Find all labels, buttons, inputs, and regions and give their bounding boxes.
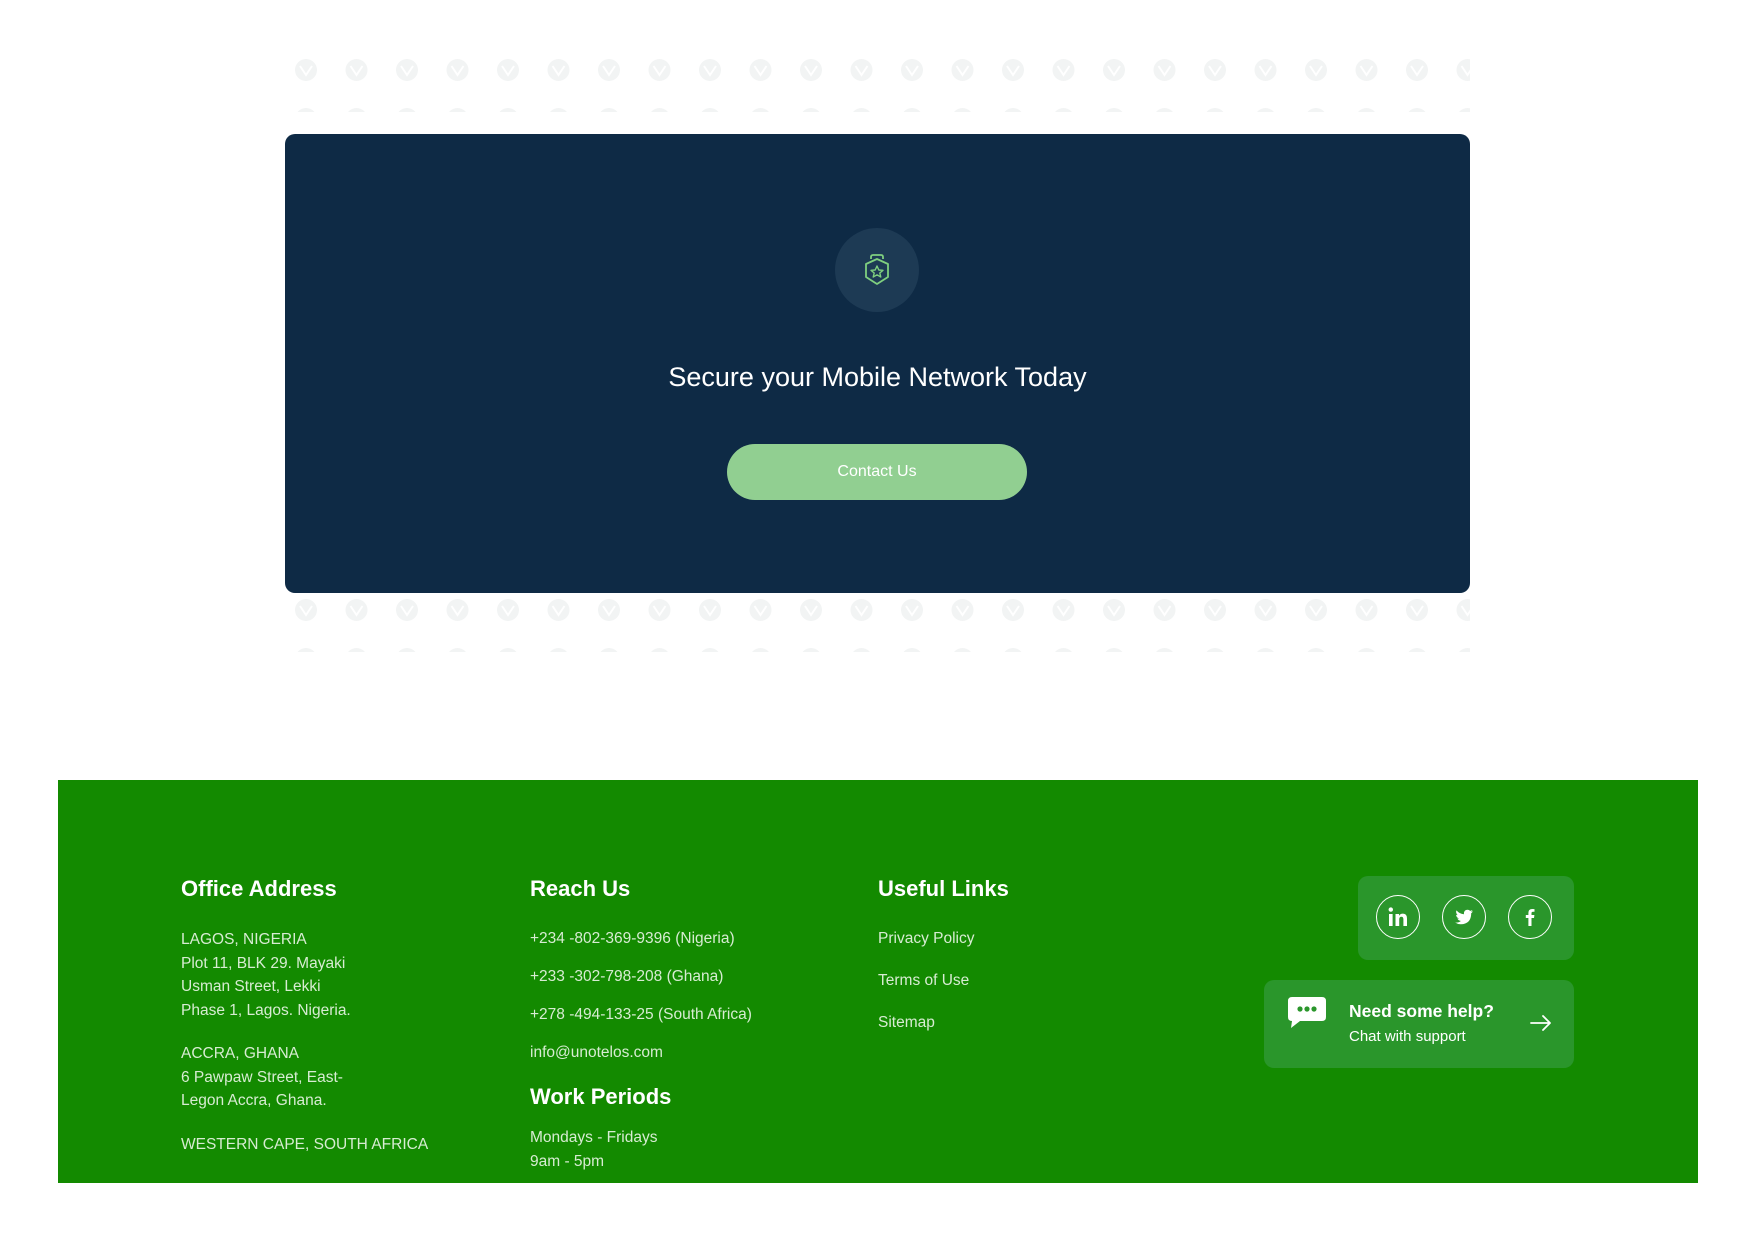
contact-us-button[interactable]: Contact Us xyxy=(727,444,1027,500)
terms-of-use-link[interactable]: Terms of Use xyxy=(878,970,1138,992)
phone-south-africa-link[interactable]: +278 -494-133-25 (South Africa) xyxy=(530,1004,850,1026)
address-line: LAGOS, NIGERIA xyxy=(181,931,307,948)
linkedin-icon xyxy=(1388,907,1407,926)
site-footer: Office Address LAGOS, NIGERIA Plot 11, B… xyxy=(58,780,1698,1183)
reach-us-column: Reach Us +234 -802-369-9396 (Nigeria) +2… xyxy=(530,876,850,1173)
decorative-pattern-bottom xyxy=(286,596,1470,652)
email-link[interactable]: info@unotelos.com xyxy=(530,1042,850,1064)
work-periods-heading: Work Periods xyxy=(530,1084,672,1109)
chat-bubble-icon xyxy=(1288,997,1326,1028)
address-line: Plot 11, BLK 29. Mayaki xyxy=(181,954,346,972)
office-address-heading: Office Address xyxy=(181,876,337,901)
sitemap-link[interactable]: Sitemap xyxy=(878,1012,1138,1034)
useful-links-column: Useful Links Privacy Policy Terms of Use… xyxy=(878,876,1138,1054)
linkedin-button[interactable] xyxy=(1376,895,1420,939)
twitter-button[interactable] xyxy=(1442,895,1486,939)
address-line: Phase 1, Lagos. Nigeria. xyxy=(181,1001,351,1019)
help-title: Need some help? xyxy=(1349,1001,1494,1021)
decorative-pattern-top xyxy=(286,56,1470,112)
address-line: ACCRA, GHANA xyxy=(181,1045,299,1062)
work-days: Mondays - Fridays xyxy=(530,1129,658,1146)
useful-links-heading: Useful Links xyxy=(878,876,1009,901)
chat-support-card[interactable]: Need some help? Chat with support xyxy=(1264,980,1574,1068)
reach-us-heading: Reach Us xyxy=(530,876,631,901)
address-lagos: LAGOS, NIGERIA Plot 11, BLK 29. Mayaki U… xyxy=(181,928,501,1022)
address-line: WESTERN CAPE, SOUTH AFRICA xyxy=(181,1135,429,1153)
address-line: Legon Accra, Ghana. xyxy=(181,1092,327,1109)
phone-ghana-link[interactable]: +233 -302-798-208 (Ghana) xyxy=(530,966,850,988)
arrow-right-icon xyxy=(1530,1015,1551,1031)
cta-title: Secure your Mobile Network Today xyxy=(668,362,1087,392)
work-hours: 9am - 5pm xyxy=(530,1152,605,1170)
help-subtitle: Chat with support xyxy=(1349,1028,1466,1045)
cta-icon-badge xyxy=(835,228,919,312)
address-cape: WESTERN CAPE, SOUTH AFRICA xyxy=(181,1133,501,1157)
facebook-icon xyxy=(1525,909,1535,926)
privacy-policy-link[interactable]: Privacy Policy xyxy=(878,928,1138,950)
address-line: 6 Pawpaw Street, East- xyxy=(181,1068,343,1086)
address-accra: ACCRA, GHANA 6 Pawpaw Street, East- Lego… xyxy=(181,1042,501,1113)
twitter-icon xyxy=(1455,909,1473,925)
address-line: Usman Street, Lekki xyxy=(181,978,321,995)
facebook-button[interactable] xyxy=(1508,895,1552,939)
social-links xyxy=(1358,876,1574,960)
phone-nigeria-link[interactable]: +234 -802-369-9396 (Nigeria) xyxy=(530,928,850,950)
office-address-column: Office Address LAGOS, NIGERIA Plot 11, B… xyxy=(181,876,501,1176)
shield-star-icon xyxy=(865,254,889,285)
cta-banner: Secure your Mobile Network Today Contact… xyxy=(285,134,1470,593)
